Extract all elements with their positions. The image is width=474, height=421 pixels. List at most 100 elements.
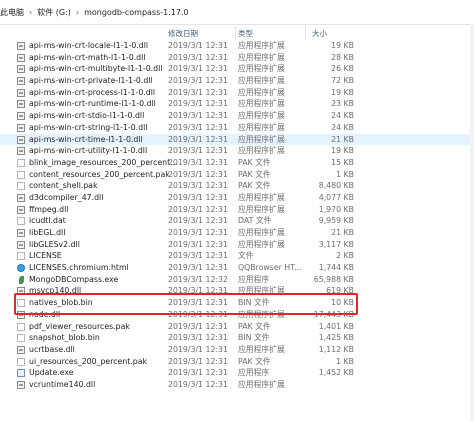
dll-icon (17, 147, 25, 156)
file-type: 应用程序扩展 (238, 111, 285, 121)
file-date: 2019/3/1 12:31 (168, 228, 228, 237)
file-size: 9,959 KB (318, 216, 354, 226)
file-date: 2019/3/1 12:32 (168, 274, 228, 284)
file-type: 应用程序扩展 (238, 52, 285, 62)
file-size: 19 KB (331, 41, 354, 50)
file-type: 应用程序 (238, 368, 270, 378)
file-row[interactable]: api-ms-win-crt-time-l1-1-0.dll 2019/3/1 1… (0, 133, 474, 146)
file-type: 应用程序扩展 (238, 41, 285, 50)
file-row[interactable]: api-ms-win-crt-stdio-l1-1-0.dll 2019/3/1 … (0, 110, 474, 122)
file-row[interactable]: api-ms-win-crt-utility-l1-1-0.dll 2019/3/… (0, 145, 474, 157)
file-size: 1 KB (336, 356, 354, 366)
file-name: libGLESv2.dll (29, 239, 80, 249)
breadcrumb-item-this-pc[interactable]: 此电脑 (0, 7, 24, 18)
pak-icon (17, 334, 25, 343)
breadcrumb-item-folder[interactable]: mongodb-compass-1.17.0 (84, 8, 189, 17)
dll-icon (17, 345, 25, 354)
file-date: 2019/3/1 12:31 (168, 99, 228, 109)
file-row[interactable]: icudtl.dat 2019/3/1 12:31 DAT 文件 9,959 KB (0, 215, 474, 227)
dll-icon (17, 205, 25, 214)
file-row[interactable]: api-ms-win-crt-math-l1-1-0.dll 2019/3/1 1… (0, 52, 474, 64)
file-type: 应用程序扩展 (238, 76, 285, 86)
file-date: 2019/3/1 12:31 (168, 157, 228, 167)
file-name: api-ms-win-crt-locale-l1-1-0.dll (29, 41, 149, 50)
column-header-date[interactable]: 修改日期 (168, 28, 198, 39)
file-row[interactable]: api-ms-win-crt-private-l1-1-0.dll 2019/3/… (0, 75, 474, 87)
file-name: pdf_viewer_resources.pak (29, 321, 130, 331)
file-name: LICENSES.chromium.html (29, 263, 129, 273)
file-row[interactable]: libEGL.dll 2019/3/1 12:31 应用程序扩展 21 KB (0, 227, 474, 239)
file-type: DAT 文件 (238, 216, 272, 226)
dll-icon (17, 65, 25, 74)
file-date: 2019/3/1 12:31 (168, 368, 228, 378)
file-name: ffmpeg.dll (29, 204, 69, 214)
file-row[interactable]: api-ms-win-crt-runtime-l1-1-0.dll 2019/3/… (0, 98, 474, 110)
file-size: 1,970 KB (318, 204, 354, 214)
file-row[interactable]: api-ms-win-crt-string-l1-1-0.dll 2019/3/1… (0, 122, 474, 134)
file-size: 65,988 KB (313, 274, 354, 284)
file-row[interactable]: d3dcompiler_47.dll 2019/3/1 12:31 应用程序扩展 4,… (0, 192, 474, 204)
file-name: icudtl.dat (29, 216, 66, 226)
file-type: PAK 文件 (238, 181, 271, 191)
file-size: 1,401 KB (318, 321, 354, 331)
file-row[interactable]: ucrtbase.dll 2019/3/1 12:31 应用程序扩展 1,112 KB (0, 344, 474, 356)
file-type: PAK 文件 (238, 169, 271, 179)
file-name: api-ms-win-crt-string-l1-1-0.dll (29, 122, 148, 132)
file-type: 应用程序扩展 (238, 146, 285, 156)
file-row[interactable]: ui_resources_200_percent.pak 2019/3/1 12:… (0, 356, 474, 368)
dll-icon (17, 112, 25, 121)
file-type: 应用程序扩展 (238, 87, 285, 97)
file-date: 2019/3/1 12:31 (168, 181, 228, 191)
chevron-right-icon: › (75, 7, 80, 17)
column-divider[interactable] (235, 26, 236, 40)
file-size: 21 KB (331, 228, 354, 237)
file-row[interactable]: LICENSES.chromium.html 2019/3/1 12:31 QQBr… (0, 262, 474, 274)
file-name: LICENSE (29, 251, 62, 261)
exe-icon (17, 369, 25, 378)
leaf-icon (19, 275, 24, 284)
file-row[interactable]: ffmpeg.dll 2019/3/1 12:31 应用程序扩展 1,970 KB (0, 204, 474, 216)
file-size: 1,112 KB (318, 344, 354, 354)
file-row[interactable]: Update.exe 2019/3/1 12:31 应用程序 1,452 KB (0, 367, 474, 379)
breadcrumb-item-drive-g[interactable]: 软件 (G:) (37, 7, 71, 18)
file-row[interactable]: blink_image_resources_200_percent... 2019… (0, 157, 474, 169)
file-row[interactable]: LICENSE 2019/3/1 12:31 文件 2 KB (0, 250, 474, 262)
file-row[interactable]: pdf_viewer_resources.pak 2019/3/1 12:31 PA… (0, 321, 474, 333)
column-divider[interactable] (305, 26, 306, 40)
file-size: 1,744 KB (318, 263, 354, 273)
file-size: 1 KB (336, 169, 354, 179)
file-row[interactable]: MongoDBCompass.exe 2019/3/1 12:32 应用程序 65,9… (0, 274, 474, 286)
file-row[interactable]: api-ms-win-crt-locale-l1-1-0.dll 2019/3/1… (0, 40, 474, 52)
dll-icon (17, 53, 25, 62)
file-row[interactable]: libGLESv2.dll 2019/3/1 12:31 应用程序扩展 3,117 K… (0, 239, 474, 251)
file-row[interactable]: vcruntime140.dll 2019/3/1 12:31 应用程序扩展 (0, 379, 474, 391)
file-size: 3,117 KB (318, 239, 354, 249)
file-date: 2019/3/1 12:31 (168, 333, 228, 343)
file-type: 应用程序扩展 (238, 192, 285, 202)
file-size: 24 KB (331, 111, 354, 121)
dll-icon (17, 88, 25, 97)
file-name: api-ms-win-crt-time-l1-1-0.dll (29, 134, 143, 144)
column-header-size[interactable]: 大小 (312, 28, 327, 39)
file-size: 23 KB (331, 99, 354, 109)
dll-icon (17, 123, 25, 132)
column-header-type[interactable]: 类型 (238, 28, 253, 39)
file-name: content_resources_200_percent.pak (29, 169, 170, 179)
file-size: 2 KB (336, 251, 354, 261)
file-name: vcruntime140.dll (29, 379, 96, 389)
file-row[interactable]: content_shell.pak 2019/3/1 12:31 PAK 文件 8,4… (0, 180, 474, 192)
dll-icon (17, 135, 25, 144)
file-type: BIN 文件 (238, 333, 270, 343)
file-row[interactable]: content_resources_200_percent.pak 2019/3/… (0, 169, 474, 181)
file-date: 2019/3/1 12:31 (168, 263, 228, 273)
file-row[interactable]: snapshot_blob.bin 2019/3/1 12:31 BIN 文件 1,4… (0, 332, 474, 344)
file-date: 2019/3/1 12:31 (168, 134, 228, 144)
file-row[interactable]: api-ms-win-crt-multibyte-l1-1-0.dll 2019/… (0, 63, 474, 75)
vertical-scrollbar[interactable] (470, 24, 474, 421)
file-size: 21 KB (331, 134, 354, 144)
file-type: 应用程序扩展 (238, 64, 285, 74)
file-name: api-ms-win-crt-multibyte-l1-1-0.dll (29, 64, 163, 74)
file-type: 应用程序扩展 (238, 134, 285, 144)
file-row[interactable]: api-ms-win-crt-process-l1-1-0.dll 2019/3/… (0, 87, 474, 99)
file-list: api-ms-win-crt-locale-l1-1-0.dll 2019/3/1… (0, 40, 474, 391)
